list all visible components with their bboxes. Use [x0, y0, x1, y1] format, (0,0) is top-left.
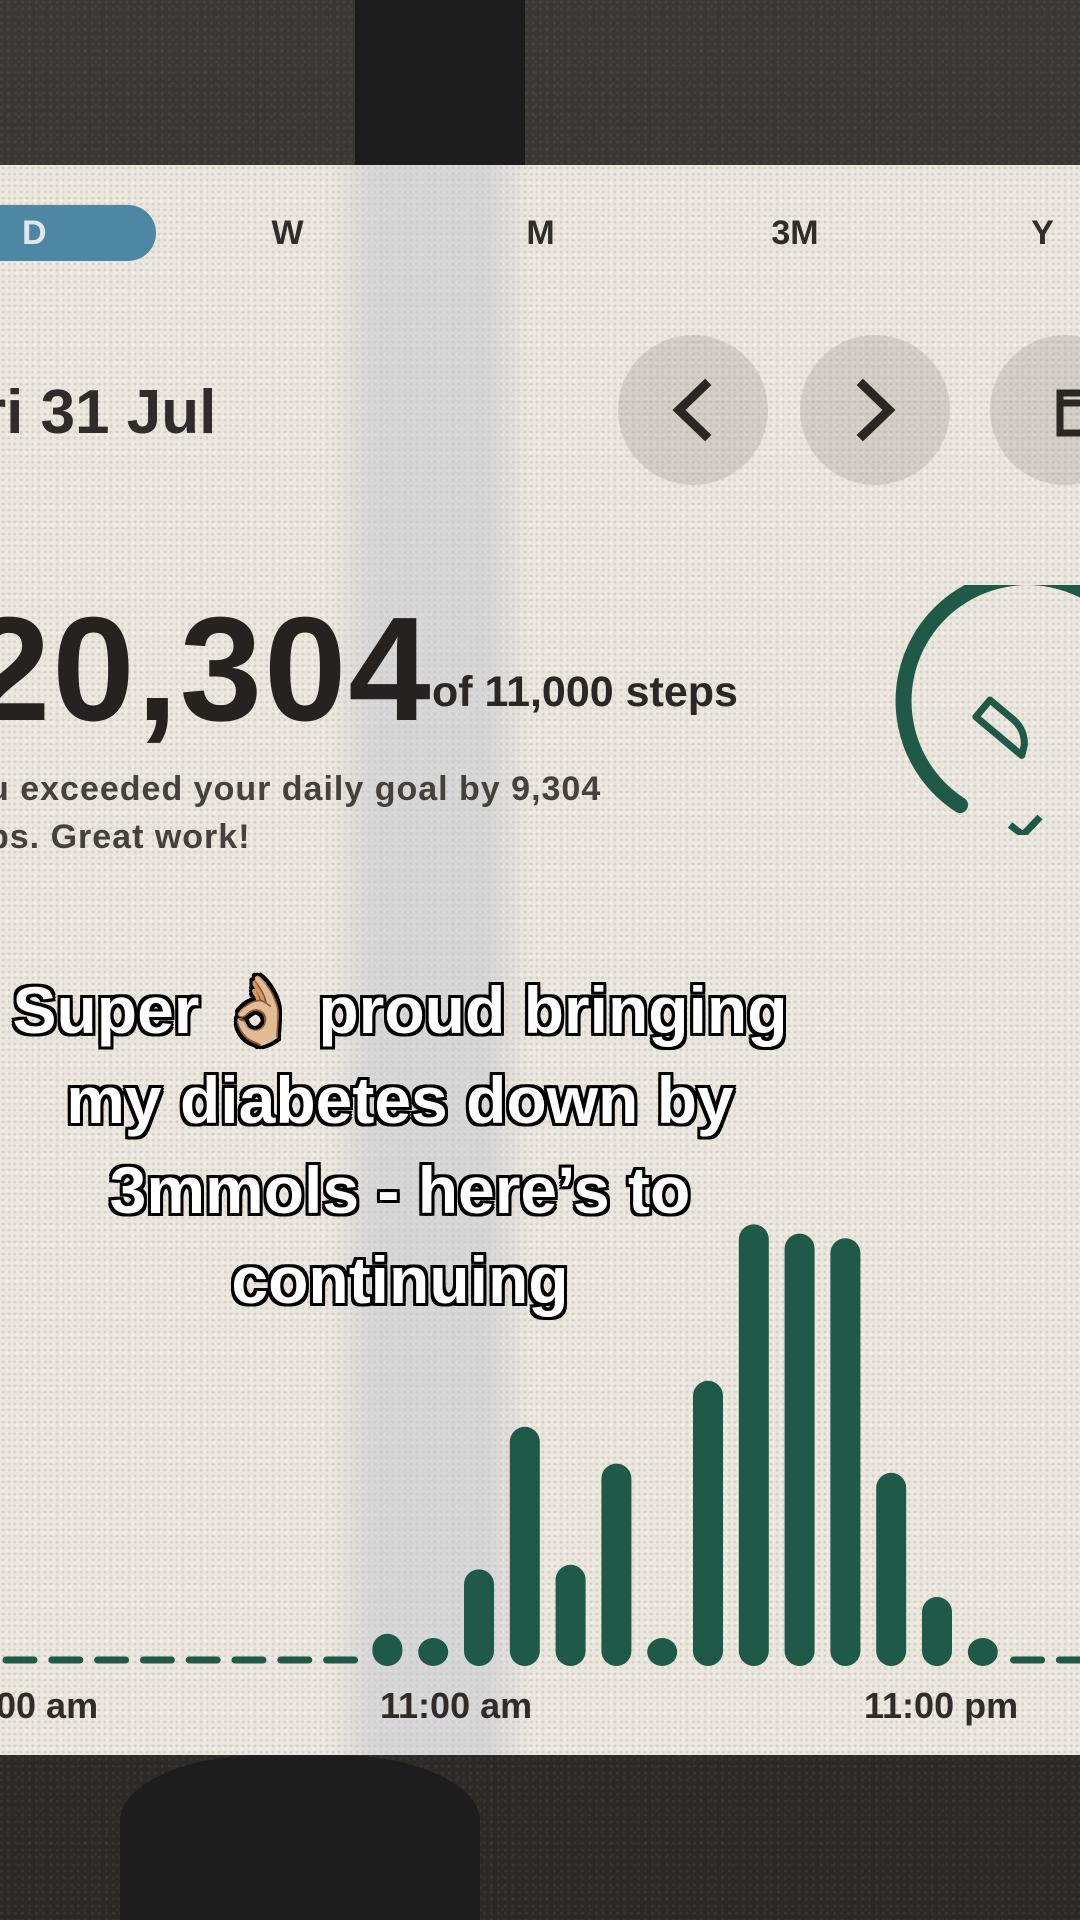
step-tracker-screenshot: D W M 3M Y ri 31 Jul 20,304 of 11,000 st… [0, 165, 1080, 1755]
hourly-steps-chart [2, 1224, 1080, 1666]
chart-bar [418, 1638, 449, 1666]
overlay-caption: Super 👌🏼 proud bringing my diabetes down… [0, 965, 800, 1325]
caption-line-3: 3mmols - here’s to [109, 1153, 691, 1227]
chart-bar [601, 1463, 632, 1666]
chart-bar [876, 1472, 907, 1666]
x-tick-label: 00 am [0, 1685, 99, 1726]
x-tick-label: 11:00 am [380, 1685, 533, 1726]
leg-shadow-top [355, 0, 525, 170]
caption-line-4: continuing [231, 1243, 569, 1317]
chart-bar [509, 1426, 540, 1666]
chart-bar [647, 1638, 678, 1666]
chart-bar [967, 1638, 998, 1666]
chart-bar [830, 1238, 861, 1666]
x-tick-label: 11:00 pm [864, 1685, 1019, 1726]
chart-bar [555, 1564, 586, 1666]
caption-line-2: my diabetes down by [66, 1063, 734, 1137]
leg-shadow-bottom [120, 1755, 480, 1920]
chart-bar [922, 1597, 952, 1666]
chart-bar [464, 1569, 494, 1666]
chart-bar [693, 1380, 723, 1666]
caption-line-1: Super 👌🏼 proud bringing [12, 973, 788, 1047]
chart-bar [372, 1633, 403, 1666]
